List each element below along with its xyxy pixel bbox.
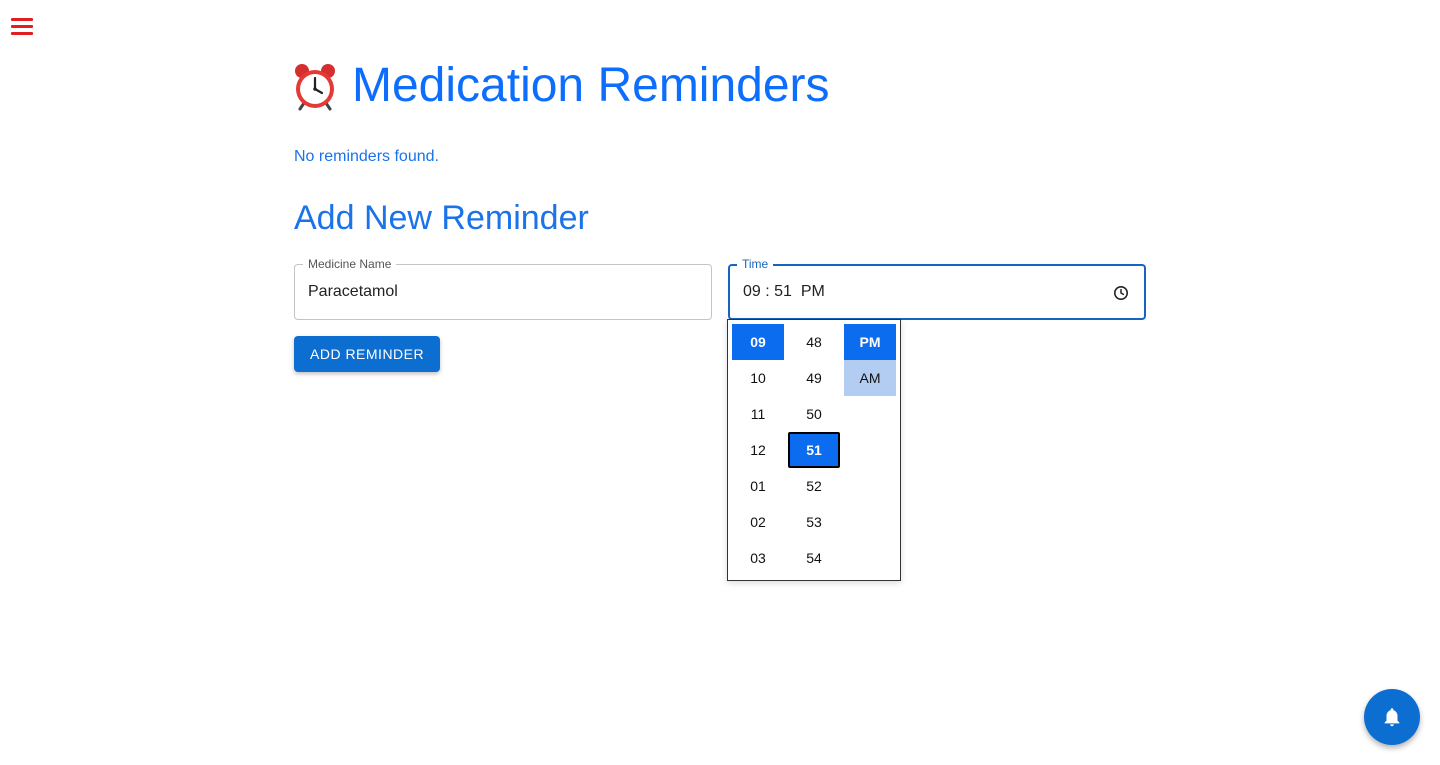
bell-icon [1384,708,1400,727]
medicine-name-input[interactable]: Paracetamol [308,283,398,301]
hamburger-menu-icon[interactable] [10,16,34,36]
period-option-am[interactable]: AM [844,360,896,396]
medicine-name-field[interactable]: Medicine Name Paracetamol [294,257,712,320]
period-option-pm[interactable]: PM [844,324,896,360]
hour-option[interactable]: 01 [732,468,784,504]
hour-option[interactable]: 10 [732,360,784,396]
hour-option[interactable]: 12 [732,432,784,468]
minute-option[interactable]: 50 [788,396,840,432]
alarm-clock-icon [295,63,335,110]
empty-reminders-message: No reminders found. [294,148,439,165]
add-reminder-button[interactable]: ADD REMINDER [294,336,441,372]
time-input[interactable]: 09 : 51 PM [743,283,825,301]
minute-option[interactable]: 52 [788,468,840,504]
time-picker-dropdown: 09 10 11 12 01 02 03 48 49 50 51 52 53 5… [727,319,901,581]
medicine-name-label: Medicine Name [303,257,397,271]
minute-option[interactable]: 49 [788,360,840,396]
hour-column[interactable]: 09 10 11 12 01 02 03 [732,324,784,576]
hour-option[interactable]: 03 [732,540,784,576]
minute-option[interactable]: 53 [788,504,840,540]
time-field[interactable]: Time 09 : 51 PM [728,257,1146,320]
hour-option[interactable]: 09 [732,324,784,360]
page-title: Medication Reminders [290,58,830,113]
minute-option[interactable]: 54 [788,540,840,576]
add-reminder-heading: Add New Reminder [294,199,589,237]
notifications-fab[interactable] [1364,689,1420,745]
hour-option[interactable]: 11 [732,396,784,432]
minute-column[interactable]: 48 49 50 51 52 53 54 [788,324,840,576]
clock-icon[interactable] [1113,285,1129,301]
time-label: Time [737,257,774,271]
minute-option[interactable]: 51 [788,432,840,468]
period-column[interactable]: PM AM [844,324,896,396]
hour-option[interactable]: 02 [732,504,784,540]
minute-option[interactable]: 48 [788,324,840,360]
page-title-text: Medication Reminders [352,59,830,112]
